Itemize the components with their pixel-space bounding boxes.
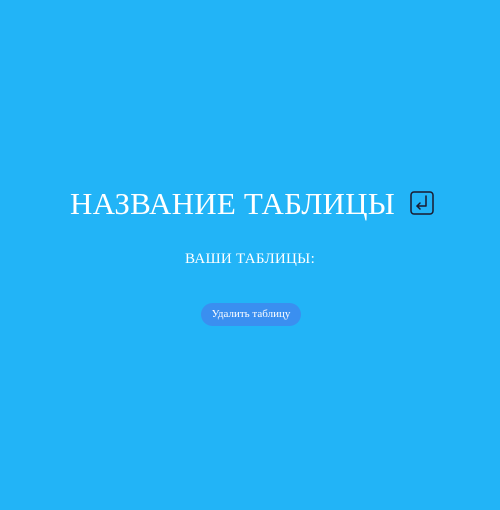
title-row: НАЗВАНИЕ ТАБЛИЦЫ (0, 184, 500, 224)
return-enter-icon (410, 191, 434, 215)
delete-table-button[interactable]: Удалить таблицу (201, 303, 301, 326)
table-title[interactable]: НАЗВАНИЕ ТАБЛИЦЫ (70, 184, 395, 224)
enter-button[interactable] (410, 191, 434, 215)
your-tables-heading: ВАШИ ТАБЛИЦЫ: (184, 251, 316, 267)
